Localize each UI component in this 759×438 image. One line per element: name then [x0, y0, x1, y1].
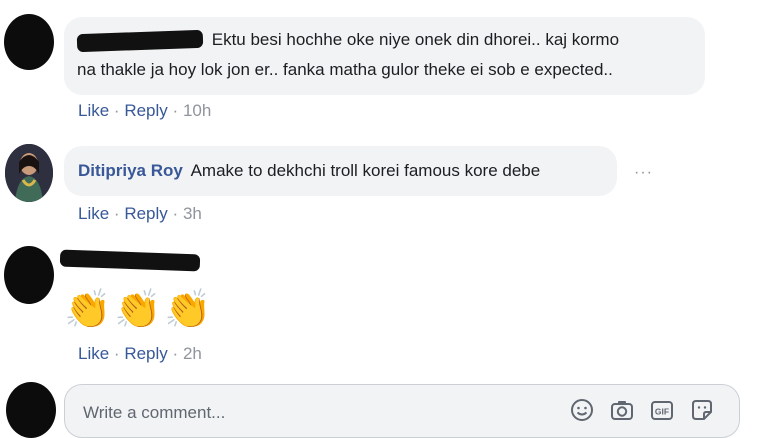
comment-actions: Like · Reply · 3h [78, 204, 202, 224]
camera-icon[interactable] [609, 397, 635, 423]
reply-link[interactable]: Reply [124, 344, 167, 363]
comment-actions: Like · Reply · 10h [78, 101, 211, 121]
current-user-avatar [6, 382, 56, 438]
gif-icon[interactable]: GIF [649, 397, 675, 423]
separator: · [113, 204, 120, 223]
comment-actions: Like · Reply · 2h [78, 344, 202, 364]
timestamp[interactable]: 10h [183, 101, 211, 120]
like-link[interactable]: Like [78, 204, 109, 223]
reply-link[interactable]: Reply [124, 204, 167, 223]
separator: · [113, 101, 120, 120]
comment-composer: GIF [64, 384, 740, 438]
avatar[interactable] [4, 246, 54, 304]
clapping-hands-emoji: 👏 [114, 289, 162, 331]
comment-bubble: Ektu besi hochhe oke niye onek din dhore… [64, 17, 705, 95]
avatar-photo [5, 144, 53, 202]
redacted-author-name [76, 29, 204, 52]
comment-text: Ektu besi hochhe oke niye onek din dhore… [211, 30, 620, 49]
separator: · [113, 344, 120, 363]
like-link[interactable]: Like [78, 101, 109, 120]
emoji-icon[interactable] [569, 397, 595, 423]
clapping-hands-emoji: 👏 [164, 289, 212, 331]
separator: · [172, 344, 179, 363]
like-link[interactable]: Like [78, 344, 109, 363]
clapping-hands-emoji: 👏 [64, 289, 112, 331]
separator: · [172, 101, 179, 120]
profile-avatar-ditipriya[interactable] [5, 144, 53, 202]
redacted-author-name [59, 249, 201, 272]
author-name-link[interactable]: Ditipriya Roy [78, 161, 183, 180]
comment-text: Amake to dekhchi troll korei famous kore… [190, 161, 541, 180]
sticker-icon[interactable] [689, 397, 715, 423]
more-options-icon[interactable]: ··· [634, 164, 653, 182]
timestamp[interactable]: 2h [183, 344, 202, 363]
comment-input[interactable] [81, 399, 545, 427]
comment-text: na thakle ja hoy lok jon er.. fanka math… [77, 60, 613, 79]
timestamp[interactable]: 3h [183, 204, 202, 223]
reply-link[interactable]: Reply [124, 101, 167, 120]
comment-bubble: Ditipriya Roy Amake to dekhchi troll kor… [64, 146, 617, 196]
separator: · [172, 204, 179, 223]
avatar[interactable] [4, 14, 54, 70]
svg-text:GIF: GIF [655, 407, 669, 417]
